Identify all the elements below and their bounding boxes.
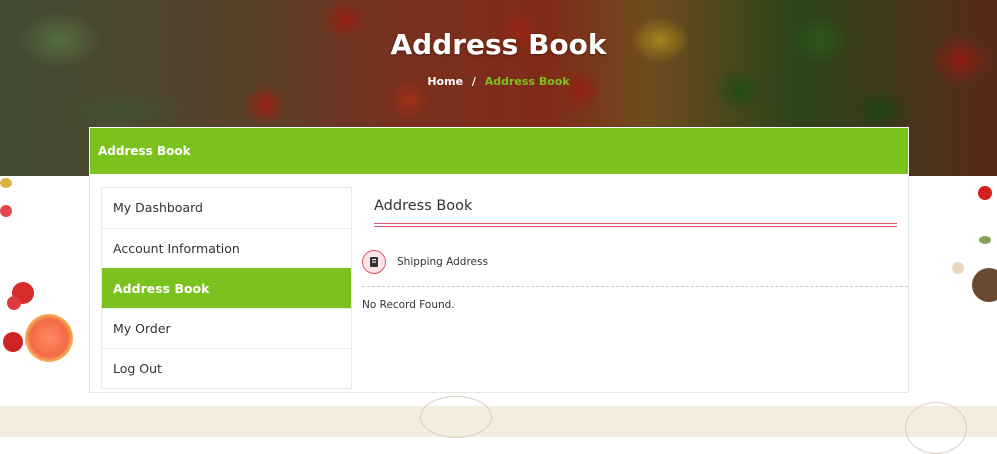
page-title: Address Book — [390, 28, 607, 61]
sidebar-item-log-out[interactable]: Log Out — [102, 348, 351, 388]
sidebar-item-account-information[interactable]: Account Information — [102, 228, 351, 268]
title-divider — [374, 223, 897, 227]
sidebar-item-my-order[interactable]: My Order — [102, 308, 351, 348]
empty-state-message: No Record Found. — [362, 299, 455, 311]
ornament-decoration — [420, 396, 492, 438]
shipping-address-label: Shipping Address — [397, 256, 488, 268]
seed-decoration — [0, 178, 12, 188]
nut-decoration — [952, 262, 964, 274]
panel-header: Address Book — [89, 127, 909, 175]
breadcrumb-current: Address Book — [484, 75, 570, 88]
section-title: Address Book — [374, 198, 473, 214]
sidebar-item-my-dashboard[interactable]: My Dashboard — [102, 188, 351, 228]
account-sidebar: My Dashboard Account Information Address… — [101, 187, 352, 389]
footer-band — [0, 396, 997, 454]
shipping-address-row: Shipping Address — [362, 250, 488, 274]
grapefruit-decoration — [25, 314, 73, 362]
section-divider — [362, 286, 908, 287]
panel-header-title: Address Book — [98, 144, 191, 158]
account-panel: My Dashboard Account Information Address… — [89, 175, 909, 393]
main-content: Address Book Shipping Address No Record … — [362, 175, 908, 391]
berry-decoration — [0, 205, 12, 217]
sidebar-item-address-book[interactable]: Address Book — [102, 268, 351, 308]
nut-bowl-decoration — [972, 268, 997, 302]
breadcrumb-home-link[interactable]: Home — [427, 75, 463, 88]
breadcrumb: Home / Address Book — [0, 75, 997, 88]
breadcrumb-separator: / — [471, 75, 476, 88]
ornament-decoration — [905, 402, 967, 454]
strawberry-decoration — [3, 332, 23, 352]
cherry-decoration — [978, 186, 992, 200]
strawberry-decoration — [7, 296, 21, 310]
address-book-icon — [362, 250, 386, 274]
pistachio-decoration — [979, 236, 991, 244]
